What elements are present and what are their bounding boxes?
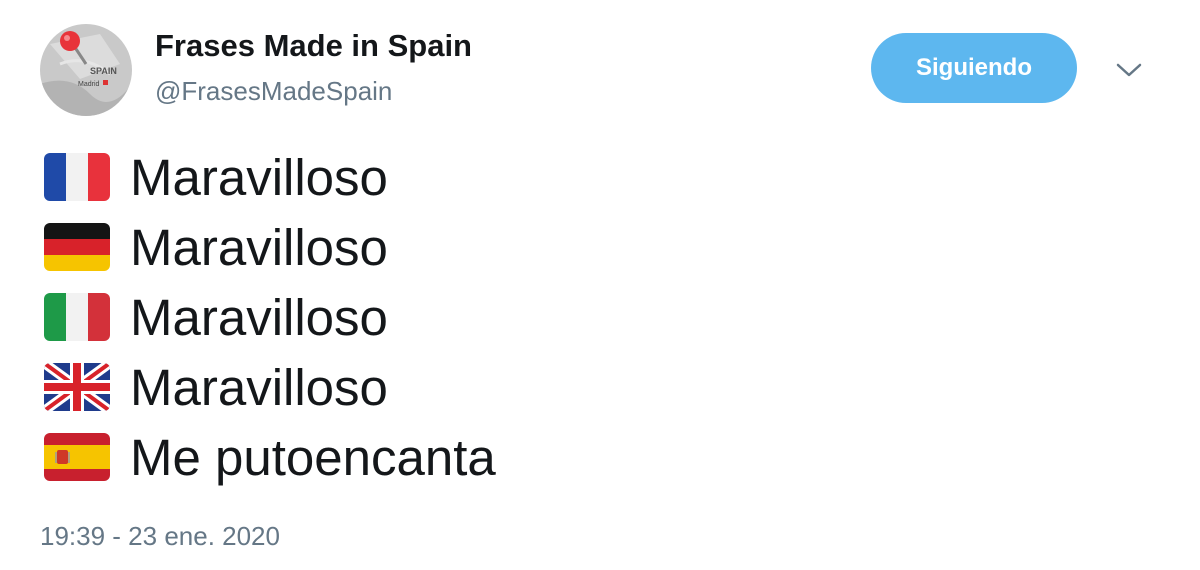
germany-flag-icon	[44, 223, 110, 271]
tweet-line: Maravilloso	[44, 212, 388, 282]
tweet-line: Maravilloso	[44, 142, 388, 212]
tweet-line-text: Maravilloso	[130, 218, 388, 276]
avatar[interactable]: SPAIN Madrid	[40, 24, 132, 116]
tweet-line-text: Maravilloso	[130, 288, 388, 346]
tweet-menu-button[interactable]	[1112, 56, 1146, 84]
tweet-line: Maravilloso	[44, 282, 388, 352]
france-flag-icon	[44, 153, 110, 201]
author-name[interactable]: Frases Made in Spain	[155, 28, 472, 64]
tweet-line-text: Maravilloso	[130, 358, 388, 416]
tweet-line-text: Maravilloso	[130, 148, 388, 206]
uk-flag-icon	[44, 363, 110, 411]
author-handle[interactable]: @FrasesMadeSpain	[155, 76, 392, 107]
spain-flag-icon	[44, 433, 110, 481]
chevron-down-icon	[1116, 63, 1142, 77]
svg-text:SPAIN: SPAIN	[90, 66, 117, 76]
italy-flag-icon	[44, 293, 110, 341]
following-button[interactable]: Siguiendo	[871, 33, 1077, 103]
tweet-card: SPAIN Madrid Frases Made in Spain @Frase…	[0, 0, 1200, 570]
map-pin-spain-icon: SPAIN Madrid	[40, 24, 132, 116]
tweet-line-text: Me putoencanta	[130, 428, 496, 486]
svg-text:Madrid: Madrid	[78, 81, 100, 88]
tweet-line: Me putoencanta	[44, 422, 496, 492]
tweet-line: Maravilloso	[44, 352, 388, 422]
tweet-timestamp[interactable]: 19:39 - 23 ene. 2020	[40, 521, 280, 552]
